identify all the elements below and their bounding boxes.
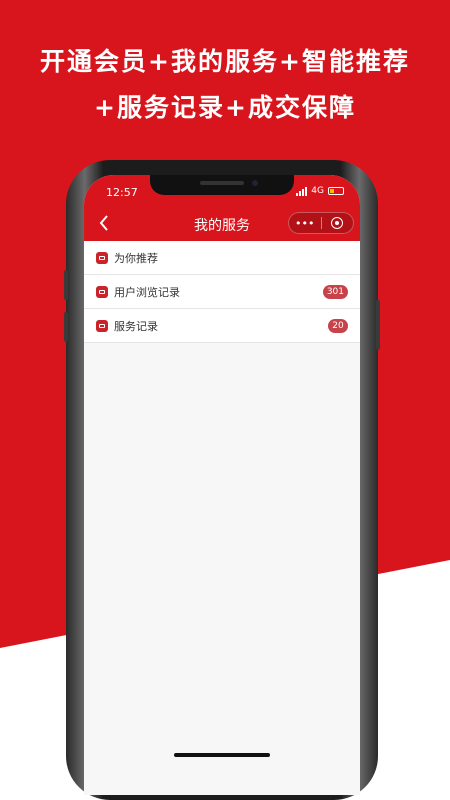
count-badge: 301 [322,285,348,299]
more-menu-icon[interactable]: ••• [289,213,321,233]
list-item-service-records[interactable]: 服务记录 20 [84,309,360,343]
phone-volume-button [64,312,68,342]
list-item-label: 用户浏览记录 [114,285,180,299]
close-target-icon[interactable] [321,213,353,233]
promo-headline-line2: +服务记录+成交保障 [94,93,356,122]
phone-notch [150,175,294,195]
navbar: 我的服务 ••• [84,205,360,241]
phone-power-button [376,300,380,350]
records-icon [96,319,108,332]
status-bar: 12:57 4G [84,175,360,205]
list-item-label: 服务记录 [114,319,158,333]
service-list: 为你推荐 用户浏览记录 301 服务记录 20 [84,241,360,343]
list-item-label: 为你推荐 [114,251,158,265]
mini-program-capsule: ••• [288,212,354,234]
camera-icon [252,180,258,186]
history-icon [96,285,108,298]
signal-icon [296,186,308,196]
home-indicator[interactable] [174,753,270,757]
phone-volume-button [64,270,68,300]
status-indicators: 4G [296,185,344,197]
battery-icon [328,187,344,195]
count-badge: 20 [328,319,348,333]
list-item-browse-history[interactable]: 用户浏览记录 301 [84,275,360,309]
phone-screen: 12:57 4G 我的服务 ••• 为你推荐 用户浏览记录 301 服务记录 2… [84,175,360,795]
promo-headline-line1: 开通会员+我的服务+智能推荐 [40,47,410,76]
network-label: 4G [311,186,324,196]
list-item-recommend[interactable]: 为你推荐 [84,241,360,275]
recommend-icon [96,251,108,264]
speaker-grille [200,181,244,185]
status-time: 12:57 [106,186,138,199]
